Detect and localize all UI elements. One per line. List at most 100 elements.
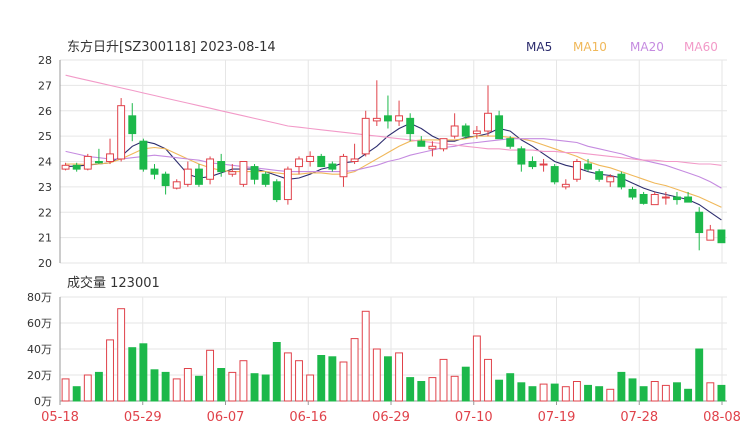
candle-body	[572, 161, 581, 180]
candle-body	[706, 229, 715, 241]
candle-body	[484, 112, 492, 132]
candle	[195, 164, 203, 187]
volume-bar	[539, 383, 548, 402]
candle-body	[383, 115, 392, 122]
price-tick-label: 24	[38, 156, 52, 169]
candle-body	[228, 171, 237, 175]
candle	[150, 164, 159, 180]
price-tick-label: 23	[38, 181, 52, 194]
date-tick-label: 07-10	[455, 410, 493, 425]
volume-bar	[361, 310, 370, 402]
candle-body	[283, 168, 292, 201]
volume-bar	[261, 374, 270, 402]
volume-bar	[472, 335, 481, 402]
candle-body	[628, 188, 637, 198]
volume-bar	[461, 366, 470, 402]
candle-body	[239, 161, 248, 185]
candle-body	[550, 166, 559, 183]
candle-body	[195, 168, 203, 185]
candle	[406, 113, 415, 142]
volume-bar	[495, 379, 504, 402]
candle	[695, 207, 704, 251]
candle-body	[561, 183, 570, 188]
candle	[128, 103, 137, 142]
volume-bar	[450, 375, 459, 402]
volume-bar	[550, 383, 559, 402]
legend-ma20: MA20	[630, 40, 664, 54]
candle-body	[272, 181, 281, 201]
price-y-axis: 28 27 26 25 24 23 22 21 20	[38, 54, 61, 270]
candle	[117, 98, 126, 162]
candle	[239, 161, 248, 187]
candle	[595, 169, 604, 182]
candle	[161, 171, 170, 195]
candle-body	[650, 193, 659, 206]
volume-bar	[306, 374, 315, 402]
candle	[717, 229, 726, 244]
candle-body	[428, 145, 437, 150]
price-tick-label: 21	[38, 232, 52, 245]
candle-body	[217, 161, 226, 173]
candle-body	[250, 166, 259, 180]
candle	[561, 179, 570, 190]
date-tick-label: 05-29	[124, 410, 162, 425]
candle-body	[328, 163, 337, 170]
candle	[183, 161, 192, 187]
candle	[94, 148, 103, 165]
legend-ma60: MA60	[684, 40, 718, 54]
candle-body	[417, 140, 426, 147]
volume-bar	[217, 368, 226, 402]
candle	[628, 186, 637, 200]
candle	[495, 110, 504, 140]
volume-bar	[617, 371, 626, 402]
volume-bar	[250, 373, 259, 402]
volume-bar	[117, 308, 126, 402]
legend-ma5: MA5	[526, 40, 552, 54]
volume-bar	[706, 382, 715, 402]
volume-bar	[606, 388, 615, 402]
moving-average-lines	[65, 74, 722, 221]
volume-bar	[172, 378, 181, 402]
candle	[572, 158, 581, 182]
price-tick-label: 20	[38, 257, 52, 270]
volume-bar	[417, 381, 426, 402]
candle-body	[361, 117, 370, 155]
candle-body	[161, 173, 170, 187]
candle-body	[584, 163, 592, 170]
candle	[317, 153, 326, 168]
price-grid	[59, 59, 727, 264]
volume-bar	[195, 375, 203, 402]
volume-bar	[383, 356, 392, 402]
candle-body	[528, 161, 537, 168]
legend-ma10: MA10	[573, 40, 607, 54]
ma-line-ma60	[65, 74, 722, 166]
date-tick-label: 07-28	[620, 410, 658, 425]
candle-body	[128, 115, 137, 135]
candle	[250, 164, 259, 185]
candle-body	[472, 130, 481, 135]
candle-body	[372, 117, 381, 122]
volume-bar	[106, 339, 114, 402]
volume-bar	[83, 374, 92, 402]
volume-bar	[517, 382, 526, 402]
volume-bar	[595, 386, 604, 402]
volume-bar	[272, 342, 281, 402]
candle	[328, 161, 337, 172]
candle-body	[183, 168, 192, 185]
date-tick-label: 05-18	[41, 410, 79, 425]
candle	[461, 123, 470, 139]
candle-body	[606, 176, 615, 183]
volume-tick-label: 20万	[27, 369, 52, 382]
date-tick-label: 08-08	[703, 410, 740, 425]
candle	[339, 153, 348, 187]
candle-body	[339, 155, 348, 178]
price-tick-label: 25	[38, 130, 52, 143]
candle-body	[172, 181, 181, 189]
price-tick-label: 28	[38, 54, 52, 67]
ma-legend: MA5 MA10 MA20 MA60	[526, 40, 718, 54]
volume-bar	[283, 352, 292, 402]
volume-bar	[94, 371, 103, 402]
candle-body	[439, 138, 448, 150]
volume-bar	[317, 355, 326, 402]
candle	[650, 191, 659, 206]
